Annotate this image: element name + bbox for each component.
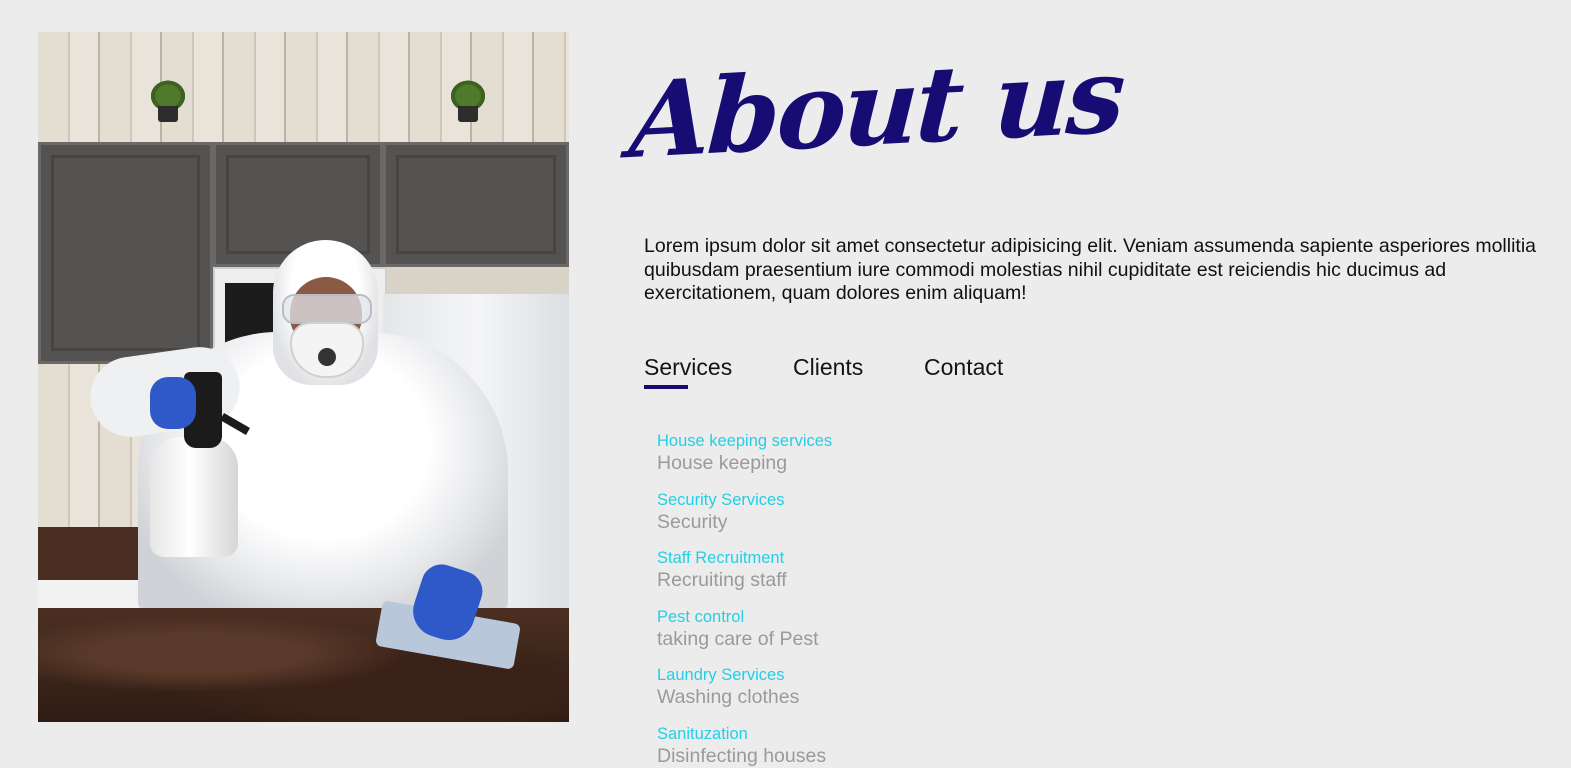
page: About us Lorem ipsum dolor sit amet cons… (0, 0, 1571, 768)
tab-services[interactable]: Services (644, 352, 732, 382)
services-list: House keeping services House keeping Sec… (657, 431, 832, 768)
service-description: taking care of Pest (657, 627, 819, 650)
service-title: Pest control (657, 607, 745, 626)
service-item-laundry: Laundry Services Washing clothes (657, 665, 832, 724)
service-item-housekeeping: House keeping services House keeping (657, 431, 832, 490)
photo-plant-left (148, 78, 188, 122)
service-description: Disinfecting houses (657, 744, 827, 767)
tab-clients[interactable]: Clients (793, 352, 863, 382)
photo-glove-left (150, 377, 196, 429)
about-intro-text: Lorem ipsum dolor sit amet consectetur a… (644, 235, 1537, 304)
service-description: Washing clothes (657, 686, 800, 708)
photo-plant-right (448, 78, 488, 122)
tab-contact[interactable]: Contact (924, 352, 1003, 382)
service-title: House keeping services (657, 432, 833, 450)
service-title: Laundry Services (657, 666, 785, 684)
service-item-security: Security Services Security (657, 490, 832, 549)
photo-wall-upper (38, 32, 569, 144)
service-item-staff-recruitment: Staff Recruitment Recruiting staff (657, 548, 832, 607)
photo-goggles (282, 294, 372, 324)
cleaning-worker-photo (38, 32, 569, 722)
service-description: Recruiting staff (657, 569, 787, 591)
service-description: House keeping (657, 452, 788, 474)
service-item-sanitization: Sanituzation Disinfecting houses (657, 724, 832, 768)
service-description: Security (657, 510, 728, 533)
photo-spray-bottle (150, 437, 238, 557)
service-title: Sanituzation (657, 724, 748, 743)
photo-cabinet-right (383, 142, 569, 267)
active-tab-indicator (644, 385, 688, 389)
service-item-pest-control: Pest control taking care of Pest (657, 607, 832, 666)
about-heading: About us (626, 32, 1126, 183)
photo-cabinet-tall (38, 142, 213, 364)
service-title: Staff Recruitment (657, 549, 785, 567)
service-title: Security Services (657, 490, 785, 509)
